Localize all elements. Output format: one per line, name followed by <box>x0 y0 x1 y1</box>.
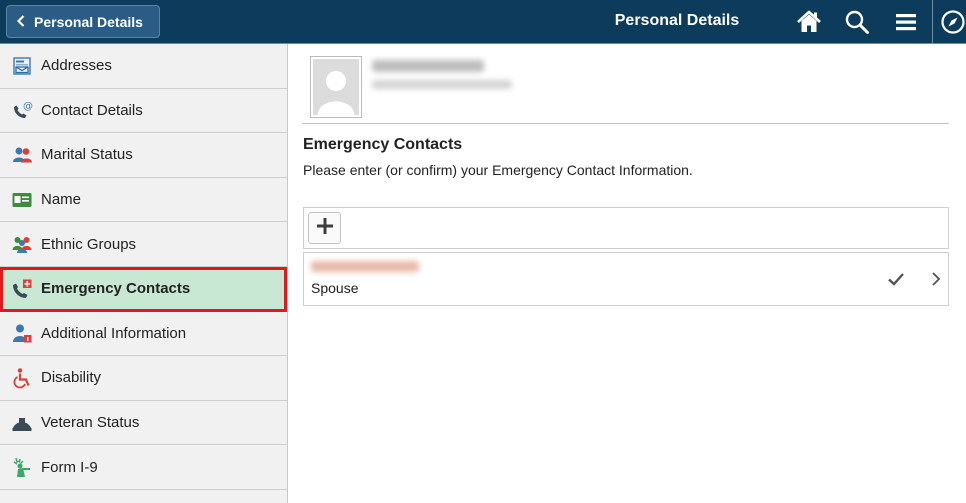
sidebar-item-label: Additional Information <box>41 324 187 342</box>
menu-icon[interactable] <box>893 9 919 35</box>
sidebar-item-form-i9[interactable]: Form I-9 <box>0 445 287 490</box>
employee-profile <box>310 56 512 118</box>
sidebar-item-ethnic-groups[interactable]: Ethnic Groups <box>0 222 287 267</box>
sidebar-item-label: Disability <box>41 369 102 387</box>
sidebar-item-label: Emergency Contacts <box>41 280 191 298</box>
additional-information-icon <box>11 322 33 344</box>
sidebar-nav: Addresses @ Contact Details Marital Stat… <box>0 44 288 503</box>
disability-icon <box>11 367 33 389</box>
sidebar-item-label: Name <box>41 191 82 209</box>
navbar-compass-icon[interactable] <box>940 9 966 35</box>
section-title: Emergency Contacts <box>303 136 463 153</box>
sidebar-item-name[interactable]: Name <box>0 178 287 223</box>
add-contact-button[interactable] <box>308 212 341 244</box>
emergency-contact-row[interactable]: Spouse <box>303 252 949 306</box>
form-i9-icon <box>11 456 33 478</box>
avatar <box>310 56 362 118</box>
sidebar-item-emergency-contacts[interactable]: Emergency Contacts <box>0 266 287 312</box>
search-icon[interactable] <box>844 9 870 35</box>
sidebar-item-addresses[interactable]: Addresses <box>0 44 287 89</box>
top-banner: Personal Details Personal Details <box>0 0 966 44</box>
sidebar-item-label: Ethnic Groups <box>41 235 137 253</box>
header-separator <box>932 0 933 44</box>
sidebar-item-label: Marital Status <box>41 146 133 164</box>
veteran-status-icon <box>11 412 33 434</box>
chevron-right-icon[interactable] <box>930 270 942 288</box>
plus-icon <box>316 218 333 238</box>
employee-title-redacted <box>372 80 512 89</box>
section-instructions: Please enter (or confirm) your Emergency… <box>303 162 693 178</box>
emergency-contacts-icon <box>11 278 33 300</box>
sidebar-item-veteran-status[interactable]: Veteran Status <box>0 401 287 446</box>
sidebar-item-label: Form I-9 <box>41 458 98 476</box>
marital-status-icon <box>11 144 33 166</box>
contact-relationship: Spouse <box>311 280 359 296</box>
primary-checkmark-icon <box>886 269 906 289</box>
sidebar-item-additional-information[interactable]: Additional Information <box>0 312 287 357</box>
ethnic-groups-icon <box>11 233 33 255</box>
main-content: Emergency Contacts Please enter (or conf… <box>289 44 966 503</box>
svg-text:@: @ <box>23 101 33 112</box>
sidebar-item-label: Veteran Status <box>41 414 140 432</box>
sidebar-item-marital-status[interactable]: Marital Status <box>0 133 287 178</box>
add-contact-bar <box>303 207 949 249</box>
profile-divider <box>302 123 949 124</box>
sidebar-item-label: Addresses <box>41 57 112 75</box>
sidebar-item-label: Contact Details <box>41 101 143 119</box>
back-button-label: Personal Details <box>34 13 143 30</box>
sidebar-item-disability[interactable]: Disability <box>0 356 287 401</box>
page-title: Personal Details <box>614 12 740 29</box>
employee-name-redacted <box>372 60 484 72</box>
back-button[interactable]: Personal Details <box>6 5 160 38</box>
contact-details-icon: @ <box>11 99 33 121</box>
home-icon[interactable] <box>796 9 822 35</box>
sidebar-item-contact-details[interactable]: @ Contact Details <box>0 89 287 134</box>
name-card-icon <box>11 189 33 211</box>
contact-name-redacted <box>311 261 419 272</box>
chevron-left-icon <box>16 14 25 29</box>
addresses-icon <box>11 55 33 77</box>
